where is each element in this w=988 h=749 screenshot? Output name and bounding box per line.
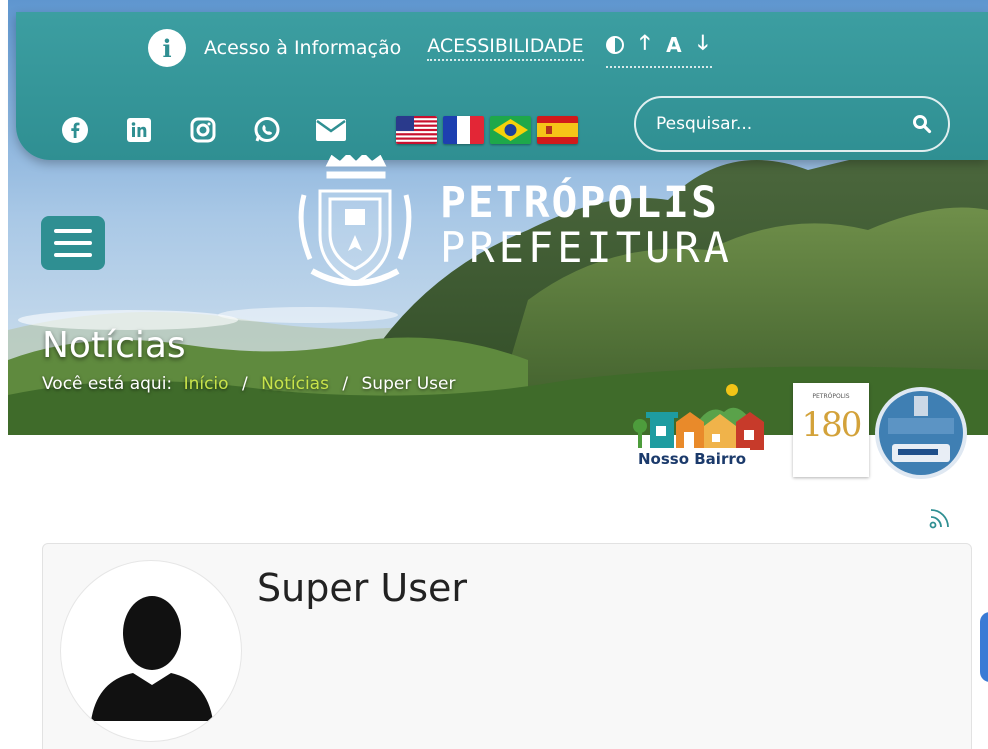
page-title: Notícias	[42, 325, 186, 366]
linkedin-icon[interactable]	[124, 115, 154, 145]
instagram-icon[interactable]	[188, 115, 218, 145]
accessibility-row: i Acesso à Informação ACESSIBILIDADE 🡑 A…	[148, 28, 712, 68]
info-icon[interactable]: i	[148, 29, 186, 67]
rss-feed-icon[interactable]	[928, 506, 952, 530]
search-icon[interactable]	[912, 114, 932, 134]
logo-line-2: PREFEITURA	[440, 223, 733, 272]
access-info-link[interactable]: Acesso à Informação	[204, 37, 401, 59]
accessibility-tools: 🡑 A 🡓	[605, 28, 712, 68]
nosso-bairro-label: Nosso Bairro	[634, 448, 751, 470]
author-name: Super User	[257, 566, 468, 610]
facebook-icon[interactable]	[60, 115, 90, 145]
accessibility-link[interactable]: ACESSIBILIDADE	[427, 35, 584, 61]
breadcrumb: Você está aqui: Início / Notícias / Supe…	[42, 374, 455, 394]
transparency-quality-seal[interactable]	[874, 386, 968, 480]
font-size-label[interactable]: A	[666, 33, 681, 57]
menu-bar-icon	[54, 253, 92, 257]
whatsapp-icon[interactable]	[252, 115, 282, 145]
city-crest-logo[interactable]	[290, 155, 420, 295]
breadcrumb-current: Super User	[361, 374, 456, 394]
breadcrumb-prefix: Você está aqui:	[42, 374, 173, 394]
flag-us-icon[interactable]	[396, 116, 437, 144]
breadcrumb-news-link[interactable]: Notícias	[261, 374, 329, 394]
author-card: Super User	[42, 543, 972, 749]
email-icon[interactable]	[316, 115, 346, 145]
social-row	[60, 108, 622, 152]
site-logo-text[interactable]: PETRÓPOLIS PREFEITURA	[440, 182, 733, 269]
nosso-bairro-badge[interactable]: Nosso Bairro	[632, 382, 782, 482]
user-silhouette-icon	[91, 596, 213, 721]
arrow-up-icon[interactable]: 🡑	[640, 28, 650, 62]
anniversary-number: 180	[801, 405, 863, 445]
breadcrumb-home-link[interactable]: Início	[184, 374, 229, 394]
side-floating-tab[interactable]	[980, 612, 988, 682]
anniversary-city-label: PETRÓPOLIS	[812, 393, 850, 400]
contrast-icon[interactable]	[605, 36, 624, 54]
search-input[interactable]	[654, 113, 912, 135]
menu-button[interactable]	[41, 216, 105, 270]
flag-fr-icon[interactable]	[443, 116, 484, 144]
menu-bar-icon	[54, 229, 92, 233]
breadcrumb-separator: /	[342, 374, 349, 394]
breadcrumb-separator: /	[241, 374, 248, 394]
flag-es-icon[interactable]	[537, 116, 578, 144]
avatar	[60, 560, 242, 742]
anniversary-180-badge[interactable]: PETRÓPOLIS 180	[793, 383, 869, 477]
language-flags	[396, 116, 578, 144]
flag-br-icon[interactable]	[490, 116, 531, 144]
menu-bar-icon	[54, 241, 92, 245]
search-box	[634, 96, 950, 152]
arrow-down-icon[interactable]: 🡓	[698, 28, 708, 62]
logo-line-1: PETRÓPOLIS	[440, 178, 719, 228]
page: i Acesso à Informação ACESSIBILIDADE 🡑 A…	[0, 0, 988, 749]
